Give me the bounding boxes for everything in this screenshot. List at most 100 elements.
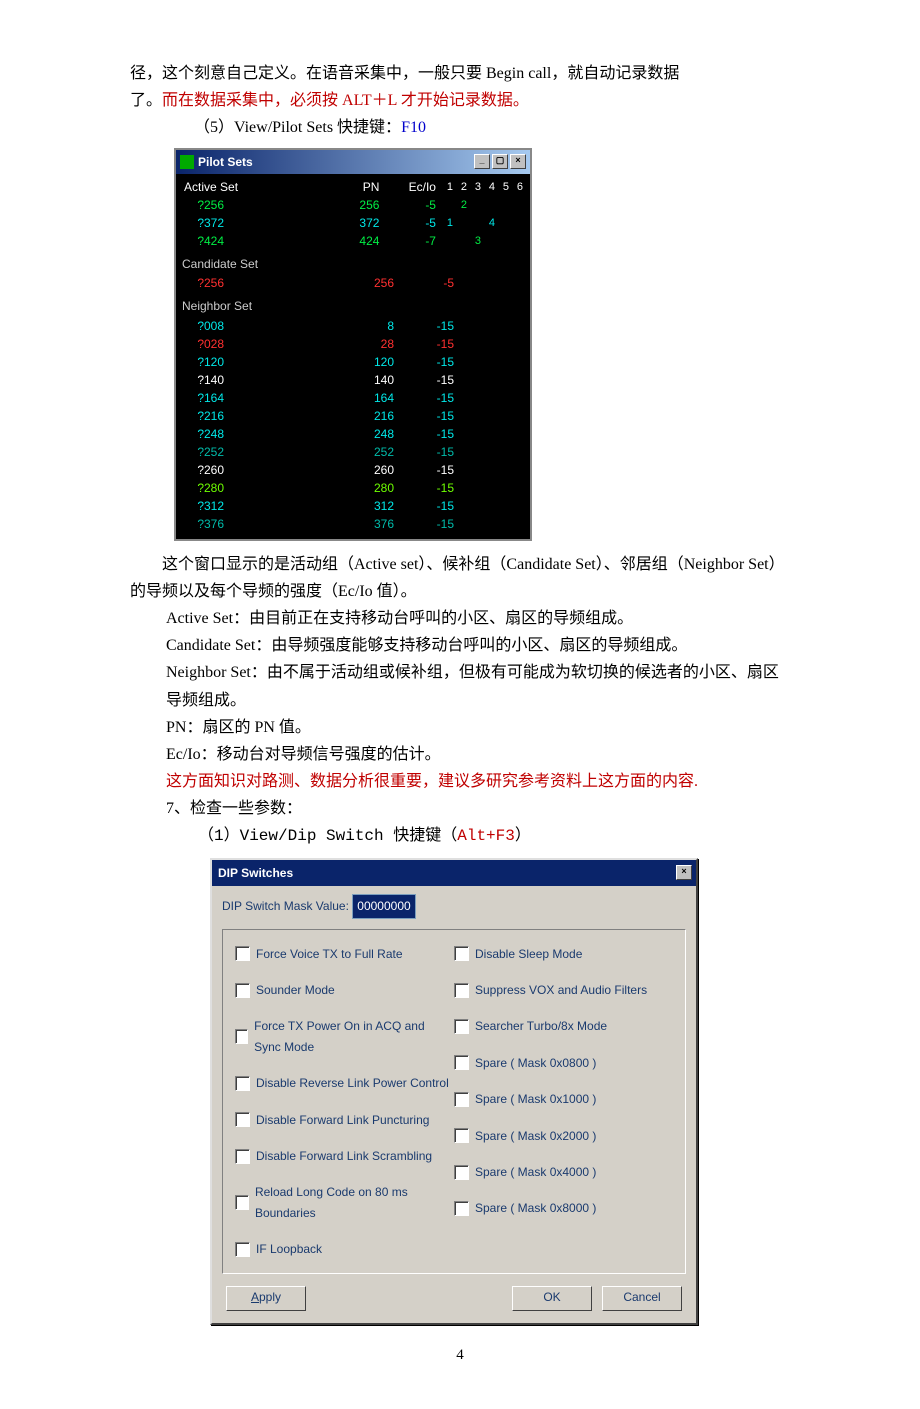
explain-ecio: Ec/Io：移动台对导频信号强度的估计。: [166, 741, 790, 768]
close-button[interactable]: ×: [510, 154, 526, 169]
dip-title-text: DIP Switches: [218, 863, 293, 883]
dip-option[interactable]: Reload Long Code on 80 ms Boundaries: [235, 1182, 454, 1223]
dip-option[interactable]: Spare ( Mask 0x8000 ): [454, 1198, 673, 1218]
dip-option-label: Spare ( Mask 0x0800 ): [475, 1053, 596, 1073]
body-line-1: 径，这个刻意自己定义。在语音采集中，一般只要 Begin call，就自动记录数…: [130, 60, 790, 87]
dip-option[interactable]: Force TX Power On in ACQ and Sync Mode: [235, 1016, 454, 1057]
pilot-row: ?376376-15: [182, 515, 524, 533]
mask-label: DIP Switch Mask Value:: [222, 899, 349, 913]
explain-important: 这方面知识对路测、数据分析很重要，建议多研究参考资料上这方面的内容.: [166, 768, 790, 795]
dip-option[interactable]: Force Voice TX to Full Rate: [235, 944, 454, 964]
dip-option[interactable]: Spare ( Mask 0x0800 ): [454, 1053, 673, 1073]
dip-option[interactable]: Disable Sleep Mode: [454, 944, 673, 964]
checkbox[interactable]: [454, 1092, 469, 1107]
dip-option[interactable]: Spare ( Mask 0x4000 ): [454, 1162, 673, 1182]
pilot-sets-window: Pilot Sets _ ▢ × Active Set PN Ec/Io 1 2…: [174, 148, 532, 541]
shortcut-altf3: Alt+F3: [457, 827, 515, 845]
dip-option-label: Spare ( Mask 0x8000 ): [475, 1198, 596, 1218]
ok-button[interactable]: OK: [512, 1286, 592, 1311]
pilot-row: ?140140-15: [182, 371, 524, 389]
dip-option-label: Spare ( Mask 0x2000 ): [475, 1126, 596, 1146]
explain-candidate: Candidate Set：由导频强度能够支持移动台呼叫的小区、扇区的导频组成。: [166, 632, 790, 659]
pilot-row: ?0088-15: [182, 317, 524, 335]
page-number: 4: [130, 1343, 790, 1369]
pilot-row: ?256256-5: [182, 274, 524, 292]
minimize-button[interactable]: _: [474, 154, 490, 169]
explain-active: Active Set：由目前正在支持移动台呼叫的小区、扇区的导频组成。: [166, 605, 790, 632]
candidate-label: Candidate Set: [182, 254, 524, 274]
dip-close-button[interactable]: ×: [676, 865, 692, 880]
checkbox[interactable]: [454, 1055, 469, 1070]
dip-option[interactable]: Spare ( Mask 0x1000 ): [454, 1089, 673, 1109]
dip-option-label: Force TX Power On in ACQ and Sync Mode: [254, 1016, 454, 1057]
checkbox[interactable]: [235, 1195, 249, 1210]
dip-option[interactable]: Disable Reverse Link Power Control: [235, 1073, 454, 1093]
pilot-row: ?216216-15: [182, 407, 524, 425]
app-icon: [180, 155, 194, 169]
checkbox[interactable]: [454, 1128, 469, 1143]
pilot-row: ?312312-15: [182, 497, 524, 515]
checkbox[interactable]: [454, 1165, 469, 1180]
dip-option[interactable]: Spare ( Mask 0x2000 ): [454, 1126, 673, 1146]
dip-option-label: IF Loopback: [256, 1239, 322, 1259]
explain-1: 这个窗口显示的是活动组（Active set）、候补组（Candidate Se…: [130, 551, 790, 605]
pilot-row: ?424424-73: [182, 232, 524, 250]
dip-titlebar: DIP Switches ×: [212, 860, 696, 886]
dip-option[interactable]: IF Loopback: [235, 1239, 454, 1259]
dip-option-label: Reload Long Code on 80 ms Boundaries: [255, 1182, 454, 1223]
explain-neighbor: Neighbor Set：由不属于活动组或候补组，但极有可能成为软切换的候选者的…: [166, 659, 790, 713]
dip-option[interactable]: Disable Forward Link Puncturing: [235, 1110, 454, 1130]
checkbox[interactable]: [454, 1201, 469, 1216]
dip-switches-dialog: DIP Switches × DIP Switch Mask Value: 00…: [210, 858, 698, 1326]
shortcut-f10: F10: [401, 119, 426, 136]
checkbox[interactable]: [454, 983, 469, 998]
dip-option-label: Suppress VOX and Audio Filters: [475, 980, 647, 1000]
dip-option[interactable]: Searcher Turbo/8x Mode: [454, 1016, 673, 1036]
checkbox[interactable]: [235, 1076, 250, 1091]
dip-option-label: Disable Forward Link Puncturing: [256, 1110, 429, 1130]
dip-option[interactable]: Suppress VOX and Audio Filters: [454, 980, 673, 1000]
dip-option-label: Disable Forward Link Scrambling: [256, 1146, 432, 1166]
pilot-row: ?02828-15: [182, 335, 524, 353]
dip-option[interactable]: Disable Forward Link Scrambling: [235, 1146, 454, 1166]
dip-option-label: Disable Reverse Link Power Control: [256, 1073, 449, 1093]
dip-option-label: Spare ( Mask 0x4000 ): [475, 1162, 596, 1182]
pilot-title-text: Pilot Sets: [198, 152, 253, 172]
alt-l-note: 而在数据采集中，必须按 ALT＋L 才开始记录数据。: [162, 92, 529, 109]
explain-pn: PN：扇区的 PN 值。: [166, 714, 790, 741]
checkbox[interactable]: [235, 1149, 250, 1164]
checkbox[interactable]: [235, 1112, 250, 1127]
section-7: 7、检查一些参数：: [166, 795, 790, 822]
checkbox[interactable]: [454, 946, 469, 961]
pilot-row: ?372372-514: [182, 214, 524, 232]
pilot-row: ?280280-15: [182, 479, 524, 497]
mask-row: DIP Switch Mask Value: 00000000: [222, 894, 686, 918]
checkbox[interactable]: [235, 946, 250, 961]
body-line-2: 了。而在数据采集中，必须按 ALT＋L 才开始记录数据。: [130, 87, 790, 114]
pilot-row: ?256256-52: [182, 196, 524, 214]
body-line-3: （5）View/Pilot Sets 快捷键：F10: [130, 114, 790, 141]
checkbox[interactable]: [235, 1242, 250, 1257]
apply-button[interactable]: Apply: [226, 1286, 306, 1311]
checkbox[interactable]: [235, 983, 250, 998]
pilot-row: ?252252-15: [182, 443, 524, 461]
maximize-button[interactable]: ▢: [492, 154, 508, 169]
dip-option-label: Spare ( Mask 0x1000 ): [475, 1089, 596, 1109]
dip-option-label: Searcher Turbo/8x Mode: [475, 1016, 607, 1036]
dip-option[interactable]: Sounder Mode: [235, 980, 454, 1000]
pilot-titlebar: Pilot Sets _ ▢ ×: [176, 150, 530, 174]
mask-value-input[interactable]: 00000000: [352, 894, 415, 918]
dip-option-label: Force Voice TX to Full Rate: [256, 944, 403, 964]
pilot-row: ?164164-15: [182, 389, 524, 407]
pilot-row: ?260260-15: [182, 461, 524, 479]
pilot-header-row: Active Set PN Ec/Io 1 2 3 4 5 6: [182, 178, 524, 196]
pilot-row: ?248248-15: [182, 425, 524, 443]
dip-shortcut-line: （1）View/Dip Switch 快捷键（Alt+F3）: [166, 823, 790, 850]
options-box: Force Voice TX to Full Rate Sounder Mode F…: [222, 929, 686, 1275]
neighbor-label: Neighbor Set: [182, 296, 524, 316]
checkbox[interactable]: [235, 1029, 248, 1044]
dip-option-label: Sounder Mode: [256, 980, 335, 1000]
dip-option-label: Disable Sleep Mode: [475, 944, 582, 964]
cancel-button[interactable]: Cancel: [602, 1286, 682, 1311]
checkbox[interactable]: [454, 1019, 469, 1034]
